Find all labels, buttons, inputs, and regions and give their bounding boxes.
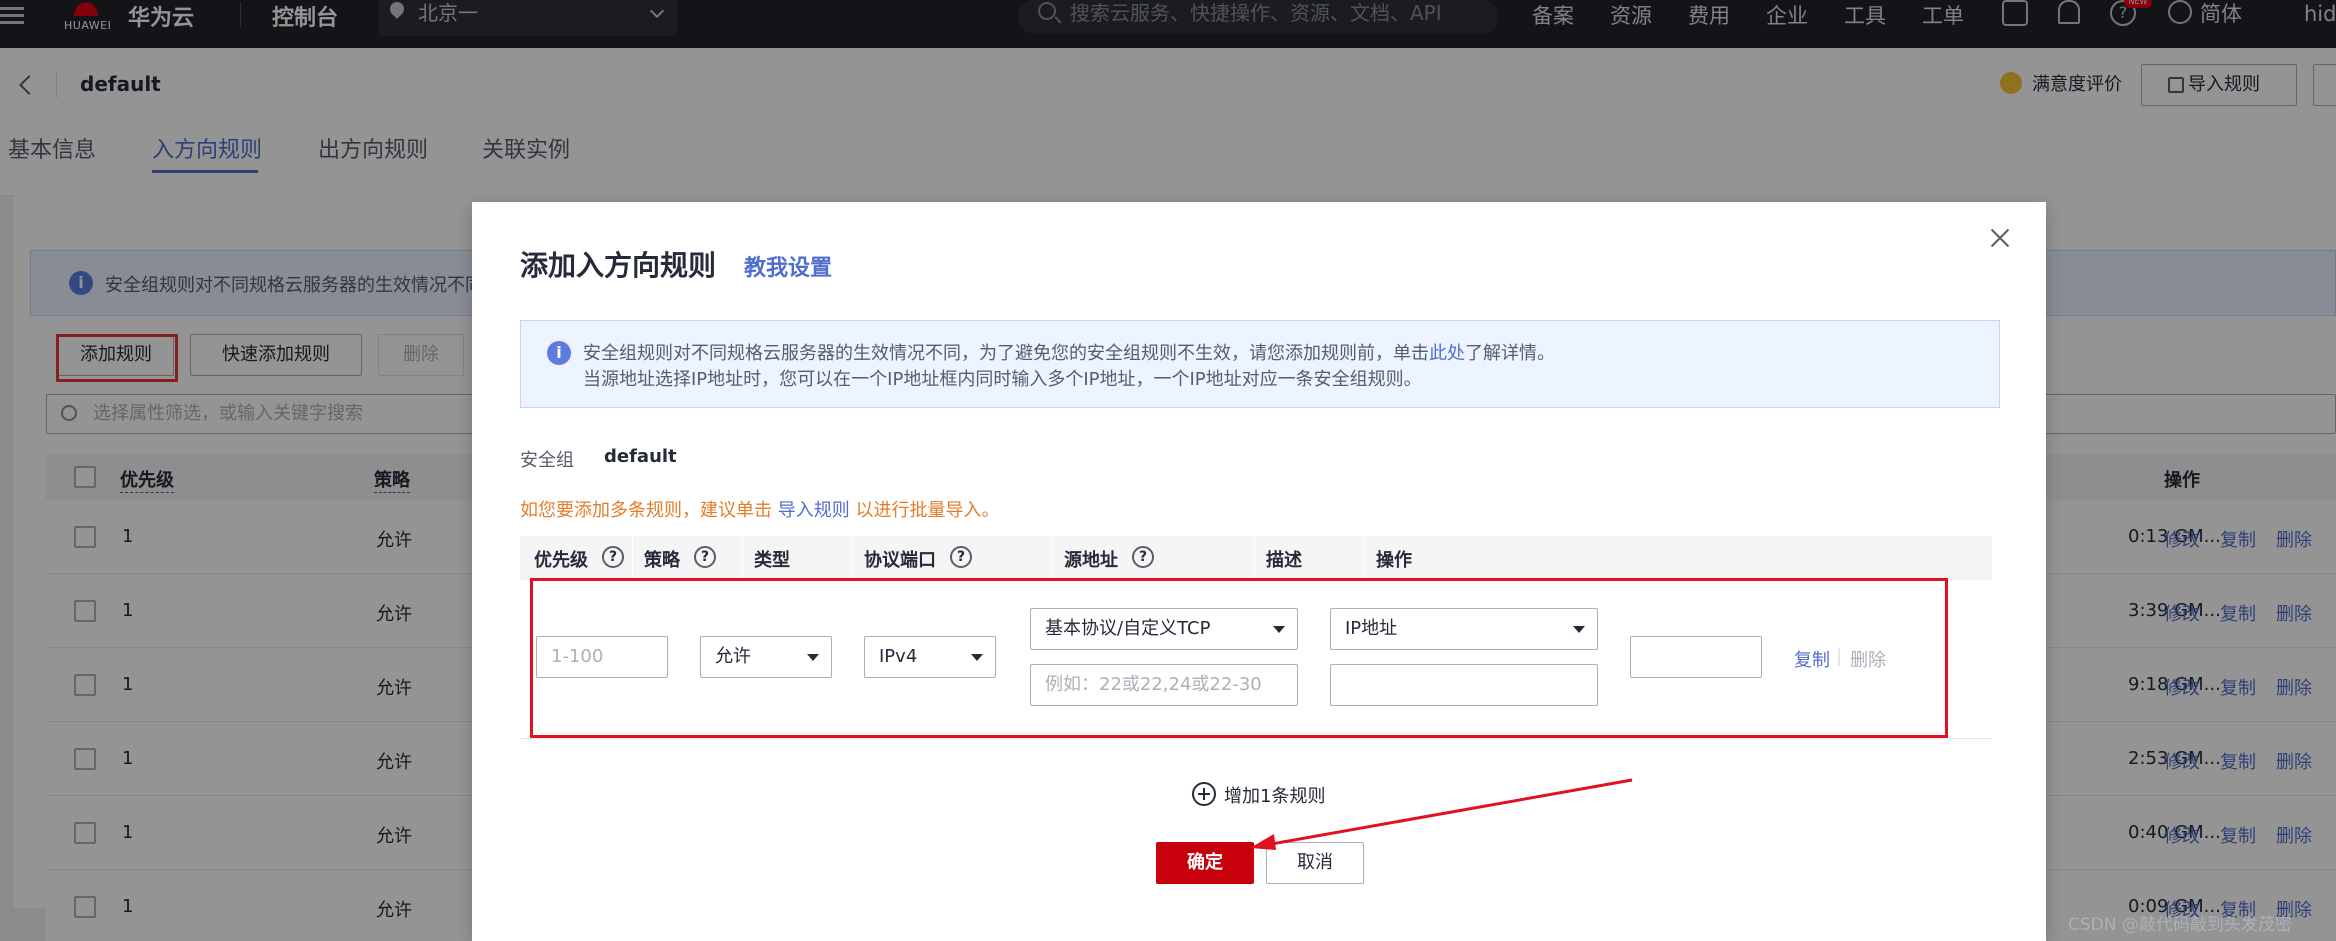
alert-line-1-prefix: 安全组规则对不同规格云服务器的生效情况不同，为了避免您的安全组规则不生效，请您添… <box>583 343 1429 364</box>
alert-line-1: 安全组规则对不同规格云服务器的生效情况不同，为了避免您的安全组规则不生效，请您添… <box>583 339 1555 365</box>
tip-import-link[interactable]: 导入规则 <box>778 500 850 521</box>
info-icon: i <box>547 341 571 365</box>
column-type: 类型 <box>754 550 790 571</box>
close-icon[interactable] <box>1990 228 2010 248</box>
security-group-value: default <box>604 446 677 467</box>
alert-line-1-suffix: 了解详情。 <box>1465 343 1555 364</box>
help-question-icon[interactable]: ? <box>950 546 972 568</box>
help-question-icon[interactable]: ? <box>694 546 716 568</box>
rule-table-header: 优先级? 策略? 类型 协议端口? 源地址? 描述 操作 <box>520 536 1992 580</box>
annotation-arrow-icon <box>1250 778 1633 850</box>
alert-details-link[interactable]: 此处 <box>1429 343 1465 364</box>
help-question-icon[interactable]: ? <box>602 546 624 568</box>
column-priority: 优先级? <box>534 546 624 572</box>
column-protocol-port: 协议端口? <box>864 546 972 572</box>
row-divider <box>520 738 1992 739</box>
security-group-label: 安全组 <box>520 450 574 471</box>
batch-import-tip: 如您要添加多条规则，建议单击 导入规则 以进行批量导入。 <box>520 496 999 522</box>
annotation-box-rule-row <box>530 578 1948 738</box>
column-actions: 操作 <box>1376 550 1412 571</box>
dialog-title: 添加入方向规则 <box>520 249 717 282</box>
alert-line-2: 当源地址选择IP地址时，您可以在一个IP地址框内同时输入多个IP地址，一个IP地… <box>583 369 1422 390</box>
help-me-setup-link[interactable]: 教我设置 <box>744 250 832 282</box>
plus-circle-icon <box>1192 782 1216 806</box>
column-source: 源地址? <box>1064 546 1154 572</box>
watermark: CSDN @敲代码敲到头发茂密 <box>2068 915 2292 935</box>
column-description: 描述 <box>1266 550 1302 571</box>
dialog-info-alert: i 安全组规则对不同规格云服务器的生效情况不同，为了避免您的安全组规则不生效，请… <box>520 320 2000 408</box>
help-question-icon[interactable]: ? <box>1132 546 1154 568</box>
tip-suffix: 以进行批量导入。 <box>849 500 1000 521</box>
tip-prefix: 如您要添加多条规则，建议单击 <box>520 500 778 521</box>
column-policy: 策略? <box>644 546 716 572</box>
